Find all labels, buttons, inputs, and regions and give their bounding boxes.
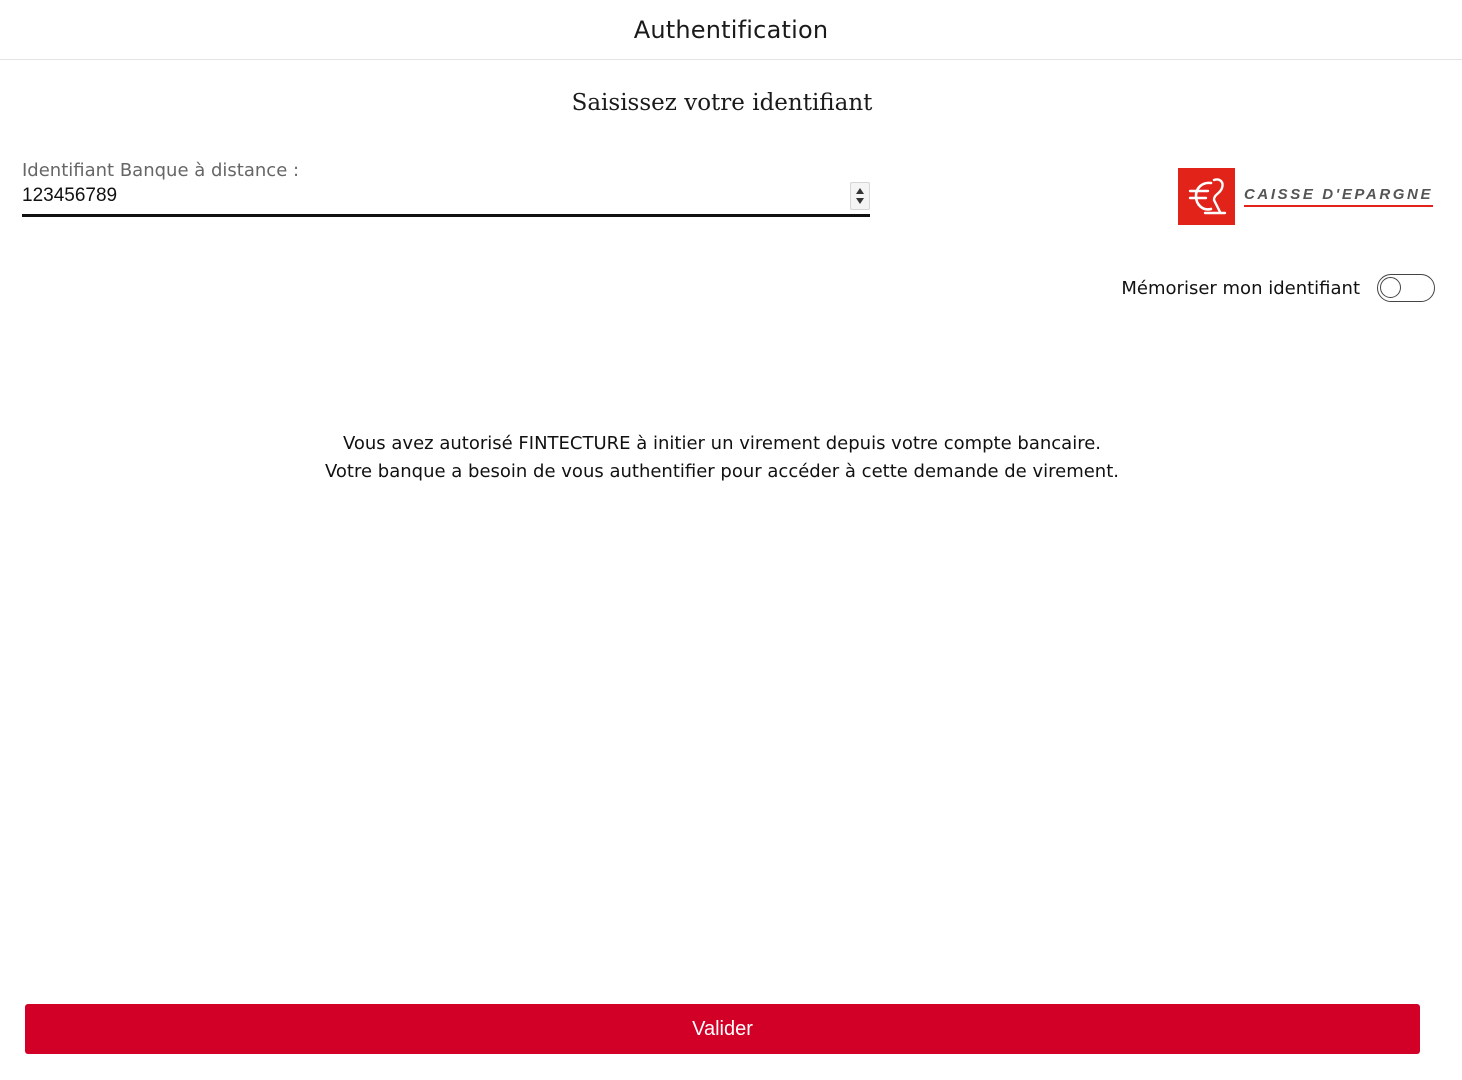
bank-logo: CAISSE D'EPARGNE bbox=[1178, 168, 1434, 225]
authorization-info: Vous avez autorisé FINTECTURE à initier … bbox=[0, 430, 1444, 486]
caisse-epargne-squirrel-logo-icon bbox=[1178, 168, 1235, 225]
page-header: Authentification bbox=[0, 0, 1462, 60]
remember-identifier-toggle[interactable] bbox=[1377, 274, 1435, 302]
number-spinner[interactable] bbox=[850, 182, 870, 210]
remember-identifier-row: Mémoriser mon identifiant bbox=[1121, 274, 1435, 302]
remember-identifier-label: Mémoriser mon identifiant bbox=[1121, 277, 1360, 299]
identifier-input[interactable] bbox=[22, 182, 842, 210]
info-line-2: Votre banque a besoin de vous authentifi… bbox=[325, 461, 1119, 482]
form-subtitle: Saisissez votre identifiant bbox=[571, 90, 873, 116]
identifier-field-wrapper bbox=[22, 182, 870, 217]
identifier-label: Identifiant Banque à distance : bbox=[22, 160, 300, 181]
spinner-up-icon[interactable] bbox=[856, 188, 864, 194]
page-title: Authentification bbox=[633, 15, 829, 44]
spinner-down-icon[interactable] bbox=[856, 198, 864, 204]
bank-name: CAISSE D'EPARGNE bbox=[1244, 186, 1434, 207]
info-line-1: Vous avez autorisé FINTECTURE à initier … bbox=[342, 433, 1102, 454]
submit-button[interactable]: Valider bbox=[25, 1004, 1420, 1054]
toggle-knob bbox=[1380, 277, 1401, 298]
